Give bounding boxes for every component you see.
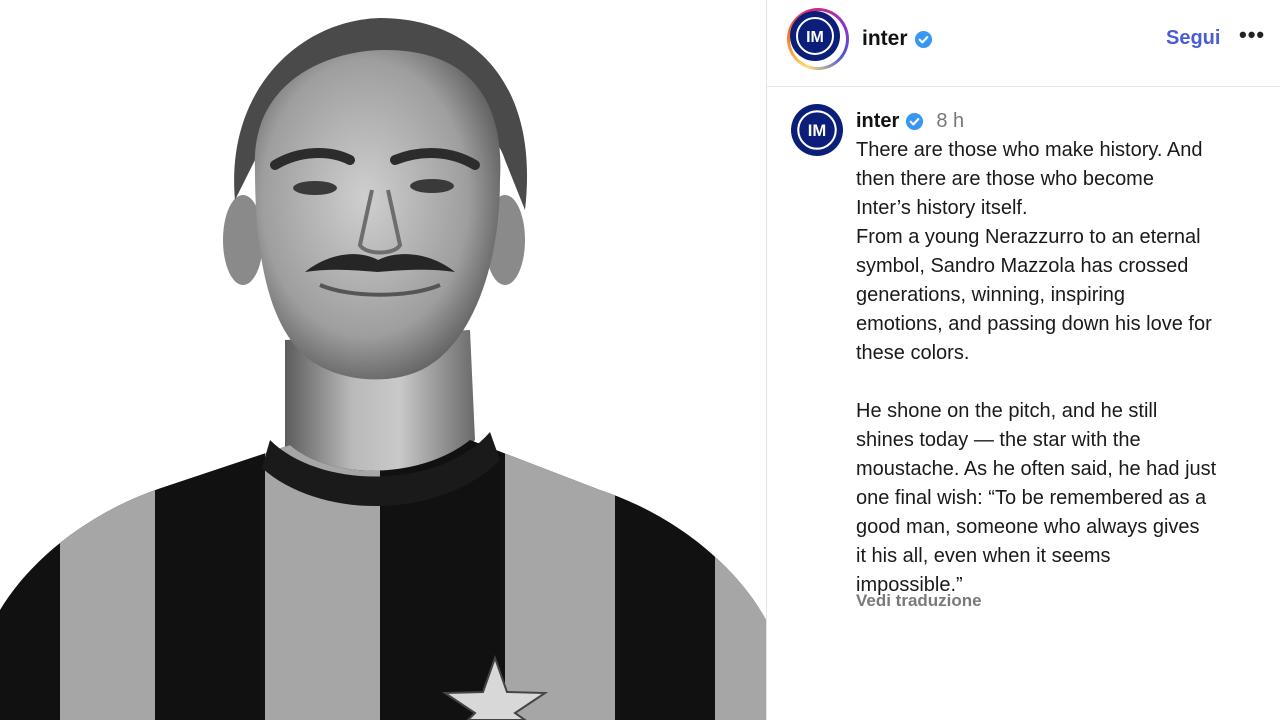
- player-portrait: [0, 0, 766, 720]
- caption-line: these colors.: [856, 342, 970, 364]
- caption-line: shines today — the star with the: [856, 429, 1141, 451]
- header-username[interactable]: inter: [862, 27, 933, 51]
- caption-line: Inter’s history itself.: [856, 197, 1028, 219]
- caption-line: From a young Nerazzurro to an eternal: [856, 226, 1201, 248]
- inter-logo-icon: IM: [790, 11, 840, 61]
- svg-text:IM: IM: [806, 29, 824, 46]
- caption-line: emotions, and passing down his love for: [856, 313, 1212, 335]
- caption-line: moustache. As he often said, he had just: [856, 458, 1217, 480]
- caption-avatar[interactable]: IM: [791, 104, 843, 156]
- follow-button[interactable]: Segui: [1166, 27, 1220, 50]
- caption-line: then there are those who become: [856, 168, 1154, 190]
- caption-text: There are those who make history. And th…: [856, 136, 1266, 600]
- caption-line: one final wish: “To be remembered as a: [856, 487, 1207, 509]
- verified-badge-icon: [906, 112, 924, 131]
- instagram-post: IM inter Segui ••• IM inter 8 h There ar…: [0, 0, 1280, 720]
- post-header: IM inter Segui •••: [767, 0, 1280, 87]
- username-text[interactable]: inter: [862, 27, 908, 51]
- caption-line: good man, someone who always gives: [856, 516, 1200, 538]
- verified-badge-icon: [914, 30, 932, 48]
- post-timestamp[interactable]: 8 h: [936, 110, 964, 133]
- caption-line: He shone on the pitch, and he still: [856, 400, 1158, 422]
- profile-avatar[interactable]: IM: [787, 8, 849, 70]
- post-photo[interactable]: [0, 0, 766, 720]
- more-options-icon[interactable]: •••: [1239, 22, 1265, 48]
- svg-text:IM: IM: [808, 121, 826, 140]
- caption-line: There are those who make history. And: [856, 139, 1203, 161]
- caption-username[interactable]: inter: [856, 110, 899, 133]
- caption-header: inter 8 h: [856, 110, 964, 133]
- caption-line: it his all, even when it seems: [856, 545, 1111, 567]
- caption-line: symbol, Sandro Mazzola has crossed: [856, 255, 1189, 277]
- post-sidebar: IM inter Segui ••• IM inter 8 h There ar…: [766, 0, 1280, 720]
- caption-line: generations, winning, inspiring: [856, 284, 1126, 306]
- see-translation-link[interactable]: Vedi traduzione: [856, 591, 982, 611]
